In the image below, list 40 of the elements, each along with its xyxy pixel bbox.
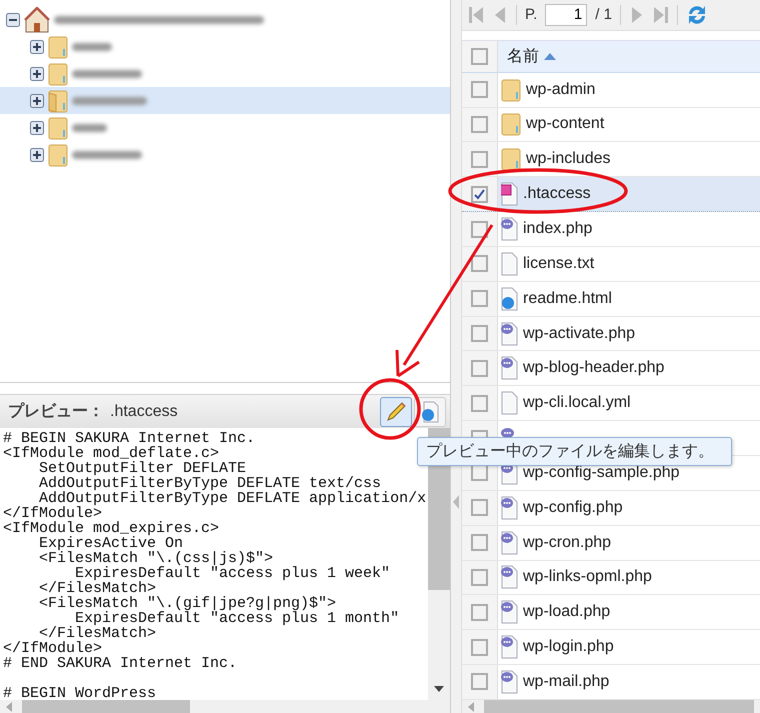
code-line: </IfModule> [3,506,102,521]
code-line: <FilesMatch "\.(gif|jpe?g|png)$"> [38,596,338,611]
code-line: <IfModule mod_expires.c> [3,521,220,536]
file-name: wp-activate.php [523,324,636,343]
code-line: SetOutputFilter DEFLATE [38,461,248,476]
name-column-label: 名前 [506,46,539,67]
file-name: wp-admin [526,80,596,99]
preview-label: プレビュー： [8,401,104,422]
code-line: ExpiresDefault "access plus 1 month" [75,611,400,626]
file-name: wp-mail.php [523,672,610,691]
code-line: # END SAKURA Internet Inc. [3,656,238,671]
code-line: ExpiresActive On [38,536,184,551]
file-name: wp-links-opml.php [523,568,652,586]
code-line: AddOutputFilterByType DEFLATE text/css [38,476,382,491]
code-line: <FilesMatch "\.(css|js)$"> [38,551,274,566]
file-name: wp-config-sample.php [523,464,680,482]
page-total: / 1 [595,6,612,24]
file-name: wp-config.php [523,498,623,517]
code-line: AddOutputFilterByType DEFLATE application/x [39,491,428,506]
preview-filename: .htaccess [110,402,179,420]
tooltip: プレビュー中のファイルを編集します。 [417,437,732,466]
file-name: readme.html [523,290,612,308]
code-line: <IfModule mod_deflate.c> [3,446,220,461]
code-line: # BEGIN WordPress [3,686,158,700]
code-line: </FilesMatch> [38,581,156,596]
code-line: </IfModule> [3,641,104,656]
file-name: wp-blog-header.php [523,359,664,378]
file-name: wp-cli.local.yml [523,394,631,412]
code-line: </FilesMatch> [39,626,156,641]
file-name: wp-login.php [523,638,614,656]
file-name: .htaccess [523,185,591,204]
file-name: license.txt [523,254,594,273]
file-name: wp-load.php [523,603,610,622]
file-name: wp-includes [526,150,610,168]
page-prefix: P. [525,6,538,24]
code-line: # BEGIN SAKURA Internet Inc. [3,431,256,446]
code-line: ExpiresDefault "access plus 1 week" [75,566,392,581]
file-name: wp-cron.php [523,534,612,552]
file-name: wp-content [526,115,604,134]
file-name: index.php [523,220,592,238]
